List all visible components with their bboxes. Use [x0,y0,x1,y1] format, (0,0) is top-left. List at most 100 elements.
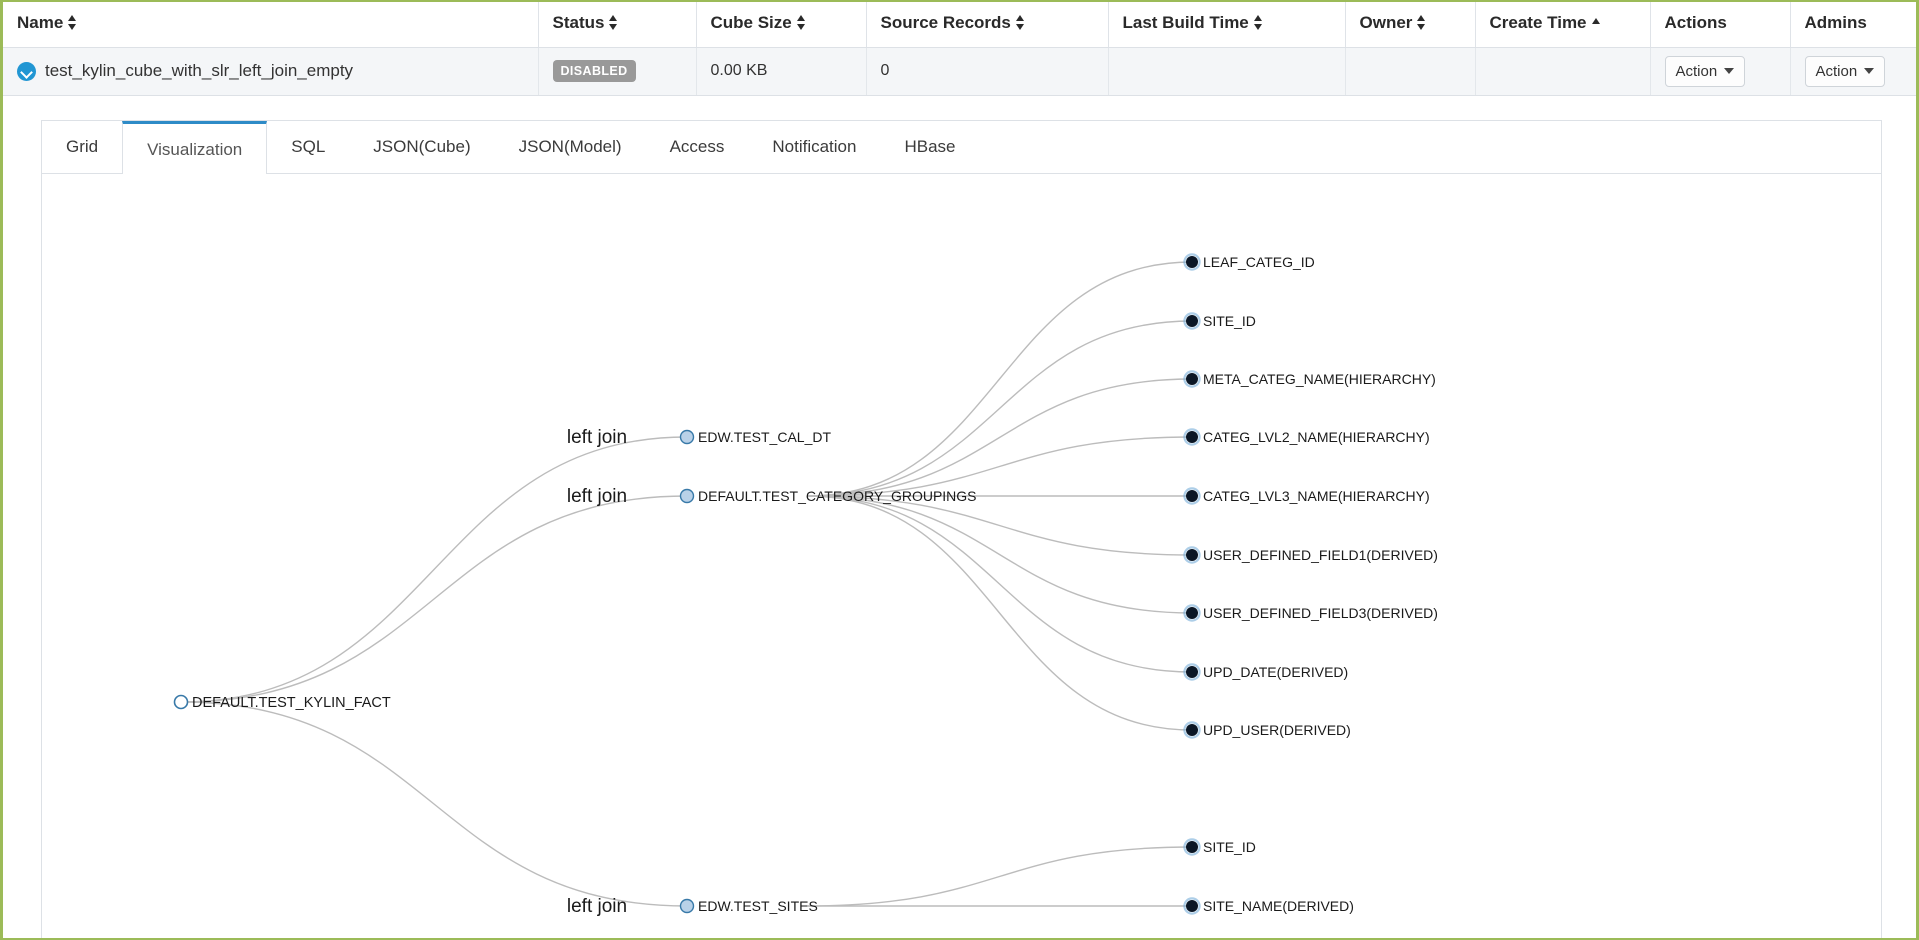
join-type-label: left join [567,896,627,917]
lookup-table-node[interactable] [679,488,695,504]
tab-json-cube[interactable]: JSON(Cube) [349,121,494,173]
column-header-create-time[interactable]: Create Time [1475,2,1651,48]
sort-icon[interactable] [609,15,618,31]
caret-down-icon [1864,68,1875,74]
column-label: Name [17,13,64,33]
chevron-down-circle-icon[interactable] [17,61,36,81]
column-label: Cube Size [710,13,792,33]
cell-admins: Action [1790,47,1916,96]
cell-name: test_kylin_cube_with_slr_left_join_empty [3,47,539,96]
column-header-name[interactable]: Name [3,2,539,48]
cell-create-time [1475,47,1651,96]
column-node[interactable] [1186,256,1198,268]
detail-tabs: Grid Visualization SQL JSON(Cube) JSON(M… [42,121,1881,174]
tab-hbase[interactable]: HBase [880,121,979,173]
column-node[interactable] [1186,841,1198,853]
tab-label: HBase [904,137,956,156]
model-tree-svg[interactable]: left join left join left join DEFAULT.TEST_… [42,174,1881,940]
cube-manager-page: Name Status Cube Size Source Records Las… [0,0,1919,940]
cell-last-build-time [1108,47,1346,96]
cube-name-link[interactable]: test_kylin_cube_with_slr_left_join_empty [45,61,353,81]
admins-dropdown-button[interactable]: Action [1804,55,1886,87]
cube-list-table: Name Status Cube Size Source Records Las… [3,2,1916,96]
cell-status: DISABLED [538,47,697,96]
tab-label: JSON(Cube) [373,137,471,156]
column-node[interactable] [1186,607,1198,619]
column-label: Actions [1664,13,1727,33]
column-node[interactable] [1186,373,1198,385]
status-badge: DISABLED [552,60,636,82]
table-header-row: Name Status Cube Size Source Records Las… [3,2,1916,48]
column-node-label: SITE_NAME(DERIVED) [1203,898,1354,914]
column-header-status[interactable]: Status [538,2,697,48]
sort-icon[interactable] [1417,15,1426,31]
fact-table-node-label: DEFAULT.TEST_KYLIN_FACT [192,695,391,711]
column-node-label: META_CATEG_NAME(HIERARCHY) [1203,371,1436,387]
model-visualization[interactable]: left join left join left join DEFAULT.TEST_… [42,174,1881,940]
tree-links [180,261,1193,907]
tree-link [806,320,1193,497]
tree-link [806,261,1193,497]
column-node[interactable] [1186,315,1198,327]
column-label: Status [552,13,605,33]
table-row[interactable]: test_kylin_cube_with_slr_left_join_empty… [3,47,1916,96]
sort-icon[interactable] [796,15,806,31]
column-node-label: CATEG_LVL2_NAME(HIERARCHY) [1203,429,1430,445]
lookup-table-node[interactable] [679,429,695,445]
sort-ascending-icon[interactable] [1591,15,1601,30]
column-node-label: USER_DEFINED_FIELD3(DERIVED) [1203,605,1438,621]
sort-icon[interactable] [1253,15,1263,31]
fact-table-node[interactable] [173,694,189,710]
column-node[interactable] [1186,724,1198,736]
lookup-table-node-label: DEFAULT.TEST_CATEGORY_GROUPINGS [698,488,977,504]
tab-label: JSON(Model) [518,137,622,156]
join-type-label: left join [567,427,627,448]
tab-label: Notification [772,137,857,156]
tab-grid[interactable]: Grid [42,121,122,173]
column-label: Source Records [880,13,1011,33]
column-node-label: LEAF_CATEG_ID [1203,254,1315,270]
tree-link [180,701,688,907]
column-header-source-records[interactable]: Source Records [866,2,1109,48]
join-type-label: left join [567,486,627,507]
column-label: Last Build Time [1122,13,1249,33]
tab-access[interactable]: Access [646,121,749,173]
tab-label: Access [669,137,725,156]
tab-notification[interactable]: Notification [748,121,880,173]
actions-dropdown-button[interactable]: Action [1664,55,1746,87]
tab-label: SQL [291,137,326,156]
tree-link [806,495,1193,673]
actions-dropdown-label: Action [1675,62,1718,80]
sort-icon[interactable] [68,15,77,31]
tree-link [806,495,1193,731]
column-node[interactable] [1186,549,1198,561]
column-header-last-build-time[interactable]: Last Build Time [1108,2,1346,48]
column-node-label: UPD_DATE(DERIVED) [1203,664,1348,680]
tab-visualization[interactable]: Visualization [122,121,268,174]
tree-link [806,378,1193,497]
column-header-admins: Admins [1790,2,1916,48]
tree-link [180,495,688,703]
column-node-label: UPD_USER(DERIVED) [1203,722,1351,738]
column-label: Owner [1359,13,1413,33]
column-header-owner[interactable]: Owner [1345,2,1476,48]
sort-icon[interactable] [1015,15,1025,31]
tab-label: Grid [66,137,99,156]
lookup-table-node-label: EDW.TEST_CAL_DT [698,429,831,445]
tab-json-model[interactable]: JSON(Model) [495,121,646,173]
column-node[interactable] [1186,666,1198,678]
cube-detail-panel: Grid Visualization SQL JSON(Cube) JSON(M… [41,120,1882,940]
tab-sql[interactable]: SQL [267,121,349,173]
tab-label: Visualization [147,140,243,159]
column-header-actions: Actions [1650,2,1791,48]
column-node[interactable] [1186,490,1198,502]
tree-link [806,846,1193,907]
column-node[interactable] [1186,900,1198,912]
column-node[interactable] [1186,431,1198,443]
column-node-label: SITE_ID [1203,839,1256,855]
cell-source-records: 0 [866,47,1109,96]
column-header-cube-size[interactable]: Cube Size [696,2,867,48]
cell-actions: Action [1650,47,1791,96]
tree-link [806,495,1193,614]
lookup-table-node[interactable] [679,898,695,914]
